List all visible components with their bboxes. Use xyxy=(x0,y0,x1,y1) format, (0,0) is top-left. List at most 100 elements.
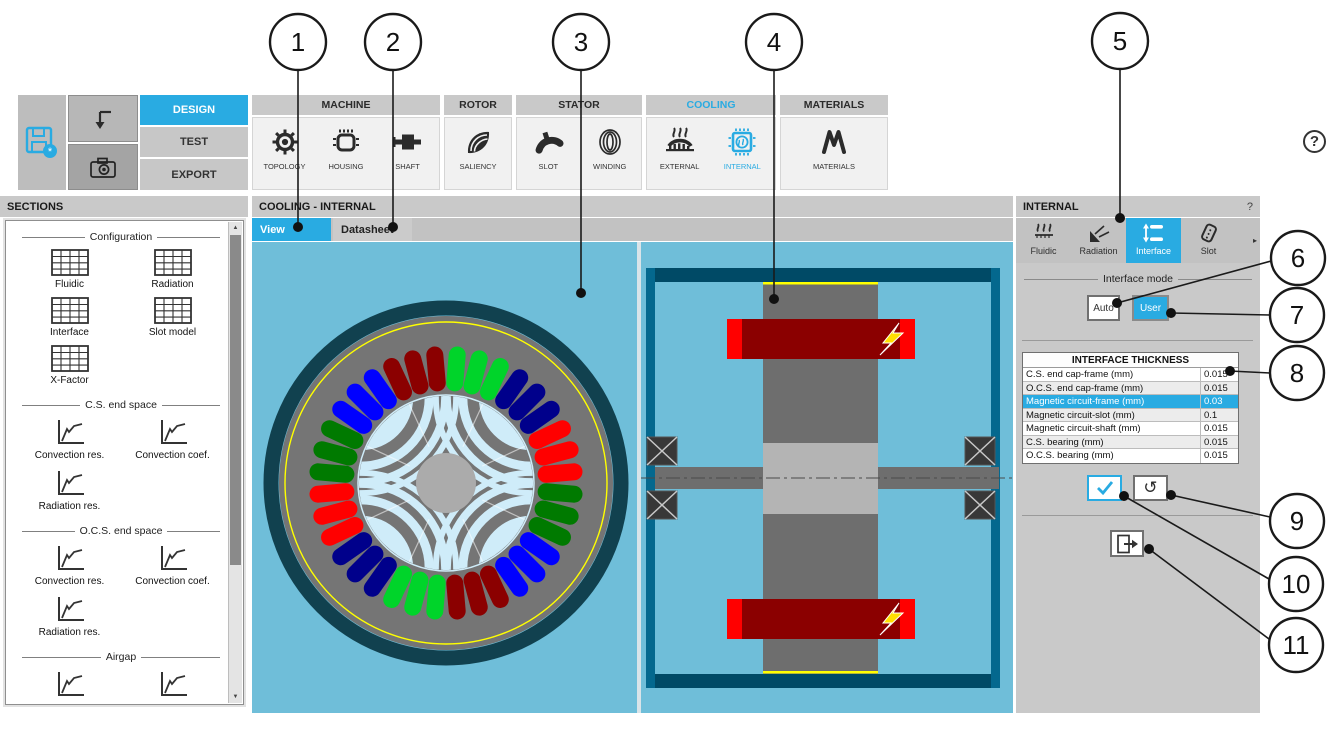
callout-number: 10 xyxy=(1282,569,1311,599)
curve-icon xyxy=(160,672,187,696)
materials-icon xyxy=(819,124,849,160)
internal-panel-title: INTERNAL xyxy=(1023,200,1079,213)
value-cell[interactable]: 0.1 xyxy=(1201,409,1238,422)
help-question-mark: ? xyxy=(1309,133,1320,150)
cooling-external-button[interactable]: EXTERNAL xyxy=(650,118,710,189)
frame-bottom xyxy=(646,674,1000,688)
section-item-airgap-1[interactable] xyxy=(18,669,121,699)
table-icon xyxy=(153,297,192,324)
saliency-icon xyxy=(463,124,493,160)
table-row[interactable]: Magnetic circuit-slot (mm) 0.1 xyxy=(1023,408,1238,422)
table-row-selected[interactable]: Magnetic circuit-frame (mm) 0.03 xyxy=(1023,395,1238,409)
tab-datasheet[interactable]: Datasheet xyxy=(333,218,412,241)
test-label: TEST xyxy=(179,136,209,148)
tab-interface[interactable]: Interface xyxy=(1126,218,1181,263)
housing-label: HOUSING xyxy=(328,162,364,171)
section-item-slot-model[interactable]: Slot model xyxy=(121,297,224,338)
section-item-interface[interactable]: Interface xyxy=(18,297,121,338)
slot-model-icon xyxy=(1200,223,1217,243)
group-header-airgap: Airgap xyxy=(22,651,220,663)
export-results-button[interactable] xyxy=(1110,530,1144,557)
curve-icon xyxy=(160,420,187,444)
table-row[interactable]: Magnetic circuit-shaft (mm) 0.015 xyxy=(1023,422,1238,436)
value-cell[interactable]: 0.015 xyxy=(1201,422,1238,435)
topology-button[interactable]: TOPOLOGY xyxy=(255,118,315,189)
tab-fluidic[interactable]: Fluidic xyxy=(1016,218,1071,263)
import-button[interactable] xyxy=(68,95,138,142)
tab-view[interactable]: View xyxy=(252,218,331,241)
section-item-radiation[interactable]: Radiation xyxy=(121,249,224,290)
sections-scrollbar[interactable]: ▲ ▼ xyxy=(228,222,242,703)
screenshot-button[interactable] xyxy=(68,144,138,190)
curve-icon xyxy=(160,546,187,570)
export-label: EXPORT xyxy=(171,168,217,181)
panel-help-icon[interactable]: ? xyxy=(1247,201,1253,213)
slot-icon xyxy=(532,124,564,160)
section-item-ocs-convection-coef[interactable]: Convection coef. xyxy=(121,543,224,587)
winding-label: WINDING xyxy=(592,162,627,171)
callout-number: 5 xyxy=(1113,26,1127,56)
section-item-cs-radiation-res[interactable]: Radiation res. xyxy=(18,468,121,512)
scrollbar-thumb[interactable] xyxy=(230,235,241,565)
save-button[interactable]: * xyxy=(18,95,66,190)
main-title: COOLING - INTERNAL xyxy=(259,200,376,213)
callout-number: 1 xyxy=(291,27,305,57)
saliency-button[interactable]: SALIENCY xyxy=(448,118,508,189)
main-header: COOLING - INTERNAL xyxy=(252,196,1013,217)
winding-icon xyxy=(595,124,625,160)
external-cooling-icon xyxy=(664,124,696,160)
tab-slot[interactable]: Slot xyxy=(1181,218,1236,263)
shaft-label: SHAFT xyxy=(395,162,420,171)
value-cell[interactable]: 0.015 xyxy=(1201,436,1238,449)
section-item-airgap-2[interactable] xyxy=(121,669,224,699)
value-cell[interactable]: 0.015 xyxy=(1201,382,1238,395)
scroll-up-icon[interactable]: ▲ xyxy=(229,222,242,234)
design-mode-button[interactable]: DESIGN xyxy=(140,95,248,125)
section-item-ocs-radiation-res[interactable]: Radiation res. xyxy=(18,594,121,638)
end-winding-bottom xyxy=(727,599,915,639)
table-row[interactable]: C.S. bearing (mm) 0.015 xyxy=(1023,435,1238,449)
table-row[interactable]: C.S. end cap-frame (mm) 0.015 xyxy=(1023,368,1238,382)
section-item-ocs-convection-res[interactable]: Convection res. xyxy=(18,543,121,587)
slot-button[interactable]: SLOT xyxy=(518,118,578,189)
section-item-cs-convection-res[interactable]: Convection res. xyxy=(18,417,121,461)
user-mode-button[interactable]: User xyxy=(1132,295,1169,321)
frame-top xyxy=(646,268,1000,282)
materials-button[interactable]: MATERIALS xyxy=(804,118,864,189)
tab-radiation[interactable]: Radiation xyxy=(1071,218,1126,263)
auto-mode-button[interactable]: Auto xyxy=(1087,295,1120,321)
section-item-cs-convection-coef[interactable]: Convection coef. xyxy=(121,417,224,461)
apply-button[interactable] xyxy=(1087,475,1122,501)
internal-cooling-icon xyxy=(726,124,758,160)
help-button[interactable]: ? xyxy=(1303,130,1326,153)
cooling-internal-button[interactable]: INTERNAL xyxy=(712,118,772,189)
value-cell[interactable]: 0.015 xyxy=(1201,368,1238,381)
table-row[interactable]: O.C.S. bearing (mm) 0.015 xyxy=(1023,449,1238,463)
sections-title: SECTIONS xyxy=(7,200,64,213)
internal-panel-tabs: Fluidic Radiation Interface Slot ▸ xyxy=(1016,218,1260,263)
group-header-configuration: Configuration xyxy=(22,231,220,243)
callout-number: 9 xyxy=(1290,506,1304,536)
axial-cross-section-view[interactable] xyxy=(641,242,1013,713)
saliency-label: SALIENCY xyxy=(459,162,497,171)
export-mode-button[interactable]: EXPORT xyxy=(140,159,248,190)
value-cell[interactable]: 0.015 xyxy=(1201,449,1238,463)
table-row[interactable]: O.C.S. end cap-frame (mm) 0.015 xyxy=(1023,381,1238,395)
radiation-icon xyxy=(1089,225,1109,242)
callout-number: 3 xyxy=(574,27,588,57)
section-item-x-factor[interactable]: X-Factor xyxy=(18,345,121,386)
winding-button[interactable]: WINDING xyxy=(580,118,640,189)
export-document-icon xyxy=(1117,534,1138,553)
reset-button[interactable]: ↺ xyxy=(1133,475,1168,501)
housing-button[interactable]: HOUSING xyxy=(316,118,376,189)
value-cell[interactable]: 0.03 xyxy=(1201,395,1238,408)
scroll-down-icon[interactable]: ▼ xyxy=(229,691,242,703)
radial-cross-section-view[interactable] xyxy=(252,242,637,713)
tab-scroll-right-icon[interactable]: ▸ xyxy=(1253,236,1257,245)
curve-icon xyxy=(57,471,84,495)
group-header-cs-end-space: C.S. end space xyxy=(22,399,220,411)
test-mode-button[interactable]: TEST xyxy=(140,127,248,157)
shaft-button[interactable]: SHAFT xyxy=(378,118,438,189)
section-item-fluidic[interactable]: Fluidic xyxy=(18,249,121,290)
divider xyxy=(1022,340,1253,341)
